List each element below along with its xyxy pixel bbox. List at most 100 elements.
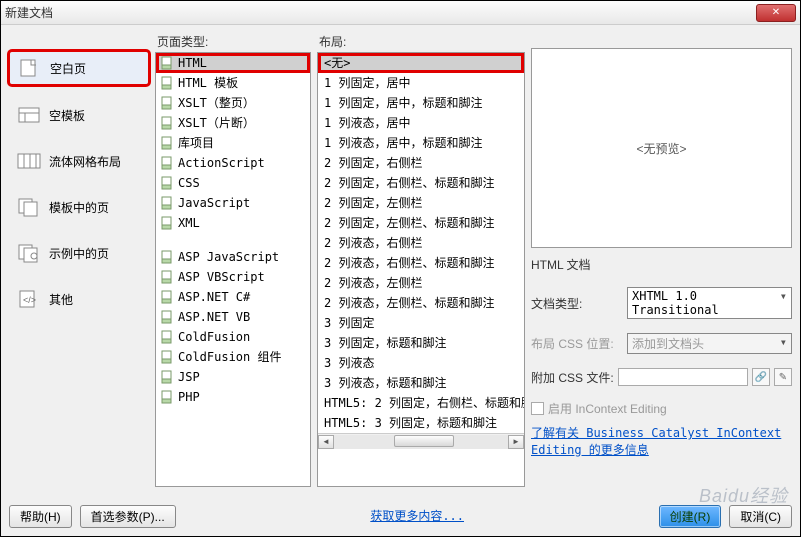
page-type-item-label: ColdFusion: [178, 328, 250, 346]
layout-item[interactable]: 3 列液态: [318, 353, 524, 373]
page-type-item[interactable]: XSLT（片断）: [156, 113, 310, 133]
preview-caption: HTML 文档: [531, 256, 792, 273]
file-icon: [160, 310, 174, 324]
page-type-item[interactable]: ActionScript: [156, 153, 310, 173]
layout-item[interactable]: 3 列固定，标题和脚注: [318, 333, 524, 353]
layout-item[interactable]: 2 列液态，左侧栏: [318, 273, 524, 293]
sidebar-icon: [17, 105, 41, 125]
layout-item[interactable]: 2 列液态，左侧栏、标题和脚注: [318, 293, 524, 313]
attach-css-label: 附加 CSS 文件:: [531, 369, 614, 386]
layout-item[interactable]: 2 列固定，左侧栏、标题和脚注: [318, 213, 524, 233]
page-type-item-label: ASP VBScript: [178, 268, 265, 286]
page-type-item-label: ASP.NET VB: [178, 308, 250, 326]
preferences-button[interactable]: 首选参数(P)...: [80, 505, 176, 528]
layout-item[interactable]: 3 列固定: [318, 313, 524, 333]
page-type-item[interactable]: HTML 模板: [156, 73, 310, 93]
attach-css-field[interactable]: [618, 368, 748, 386]
preview-column: <无预览> HTML 文档 文档类型: XHTML 1.0 Transition…: [531, 33, 792, 487]
page-type-item-label: JavaScript: [178, 194, 250, 212]
layout-item[interactable]: 2 列液态，右侧栏: [318, 233, 524, 253]
page-type-item[interactable]: JavaScript: [156, 193, 310, 213]
css-position-label: 布局 CSS 位置:: [531, 335, 621, 352]
file-icon: [160, 196, 174, 210]
file-icon: [160, 156, 174, 170]
page-type-item-label: XSLT（整页）: [178, 94, 255, 112]
file-icon: [160, 216, 174, 230]
scroll-thumb[interactable]: [394, 435, 454, 447]
sidebar-item-label: 空白页: [50, 60, 86, 77]
horizontal-scrollbar[interactable]: ◄ ►: [318, 433, 524, 449]
page-type-item[interactable]: 库项目: [156, 133, 310, 153]
layout-item[interactable]: HTML5: 2 列固定，右侧栏、标题和脚注: [318, 393, 524, 413]
scroll-left-arrow[interactable]: ◄: [318, 435, 334, 449]
page-type-item[interactable]: HTML: [156, 53, 310, 73]
file-icon: [160, 330, 174, 344]
sidebar-item-label: 其他: [49, 291, 73, 308]
file-icon: [160, 116, 174, 130]
page-type-item[interactable]: JSP: [156, 367, 310, 387]
page-type-item[interactable]: CSS: [156, 173, 310, 193]
page-type-label: 页面类型:: [155, 33, 311, 50]
get-more-content-link[interactable]: 获取更多内容...: [184, 508, 651, 525]
page-type-item-label: ASP JavaScript: [178, 248, 279, 266]
page-type-item-label: 库项目: [178, 134, 214, 152]
help-button[interactable]: 帮助(H): [9, 505, 72, 528]
layout-item[interactable]: <无>: [318, 53, 524, 73]
sidebar-item-label: 流体网格布局: [49, 153, 121, 170]
page-type-item-label: ActionScript: [178, 154, 265, 172]
page-type-item[interactable]: XML: [156, 213, 310, 233]
page-type-list[interactable]: HTML HTML 模板 XSLT（整页）XSLT（片断）库项目 ActionScri…: [155, 52, 311, 487]
layout-item[interactable]: 2 列固定，左侧栏: [318, 193, 524, 213]
page-type-item-label: XML: [178, 214, 200, 232]
scroll-track[interactable]: [334, 435, 508, 449]
page-type-item[interactable]: ASP VBScript: [156, 267, 310, 287]
file-icon: [160, 250, 174, 264]
page-type-item[interactable]: PHP: [156, 387, 310, 407]
new-document-dialog: 新建文档 ✕ 空白页空模板流体网格布局模板中的页示例中的页 </> 其他 页面类型:…: [0, 0, 801, 537]
close-button[interactable]: ✕: [756, 4, 796, 22]
page-type-item[interactable]: ASP.NET C#: [156, 287, 310, 307]
sidebar-item[interactable]: 空模板: [9, 99, 149, 131]
page-type-item[interactable]: ColdFusion 组件: [156, 347, 310, 367]
incontext-learn-more-link[interactable]: 了解有关 Business Catalyst InContext Editing…: [531, 425, 792, 459]
layout-list[interactable]: <无>1 列固定，居中1 列固定，居中，标题和脚注1 列液态，居中1 列液态，居…: [317, 52, 525, 487]
layout-item[interactable]: 1 列液态，居中，标题和脚注: [318, 133, 524, 153]
cancel-button[interactable]: 取消(C): [729, 505, 792, 528]
layout-item[interactable]: 1 列固定，居中，标题和脚注: [318, 93, 524, 113]
sidebar-item-label: 空模板: [49, 107, 85, 124]
page-type-item[interactable]: XSLT（整页）: [156, 93, 310, 113]
page-type-item[interactable]: ASP JavaScript: [156, 247, 310, 267]
sidebar-icon: [17, 151, 41, 171]
page-type-item[interactable]: ASP.NET VB: [156, 307, 310, 327]
layout-label: 布局:: [317, 33, 525, 50]
browse-css-button[interactable]: ✎: [774, 368, 792, 386]
layout-item[interactable]: 2 列固定，右侧栏、标题和脚注: [318, 173, 524, 193]
doctype-select[interactable]: XHTML 1.0 Transitional: [627, 287, 792, 319]
sidebar: 空白页空模板流体网格布局模板中的页示例中的页 </> 其他: [9, 33, 149, 487]
svg-text:</>: </>: [23, 295, 36, 305]
layout-item[interactable]: 1 列固定，居中: [318, 73, 524, 93]
incontext-checkbox[interactable]: [531, 402, 544, 415]
page-type-column: 页面类型: HTML HTML 模板 XSLT（整页）XSLT（片断）库项目 Acti…: [155, 33, 311, 487]
layout-item[interactable]: 3 列液态，标题和脚注: [318, 373, 524, 393]
window-title: 新建文档: [5, 4, 756, 21]
page-type-item-label: HTML: [178, 54, 207, 72]
sidebar-icon: [17, 197, 41, 217]
preview-placeholder: <无预览>: [636, 140, 686, 157]
sidebar-item[interactable]: 示例中的页: [9, 237, 149, 269]
sidebar-item[interactable]: </> 其他: [9, 283, 149, 315]
sidebar-item[interactable]: 模板中的页: [9, 191, 149, 223]
attach-css-row: 附加 CSS 文件: 🔗 ✎: [531, 368, 792, 386]
link-css-button[interactable]: 🔗: [752, 368, 770, 386]
page-type-item-label: HTML 模板: [178, 74, 238, 92]
sidebar-item[interactable]: 空白页: [9, 51, 149, 85]
layout-item[interactable]: 2 列固定，右侧栏: [318, 153, 524, 173]
create-button[interactable]: 创建(R): [659, 505, 722, 528]
scroll-right-arrow[interactable]: ►: [508, 435, 524, 449]
layout-item[interactable]: 2 列液态，右侧栏、标题和脚注: [318, 253, 524, 273]
layout-item[interactable]: HTML5: 3 列固定，标题和脚注: [318, 413, 524, 433]
layout-item[interactable]: 1 列液态，居中: [318, 113, 524, 133]
page-type-item[interactable]: ColdFusion: [156, 327, 310, 347]
sidebar-item[interactable]: 流体网格布局: [9, 145, 149, 177]
preview-box: <无预览>: [531, 48, 792, 248]
